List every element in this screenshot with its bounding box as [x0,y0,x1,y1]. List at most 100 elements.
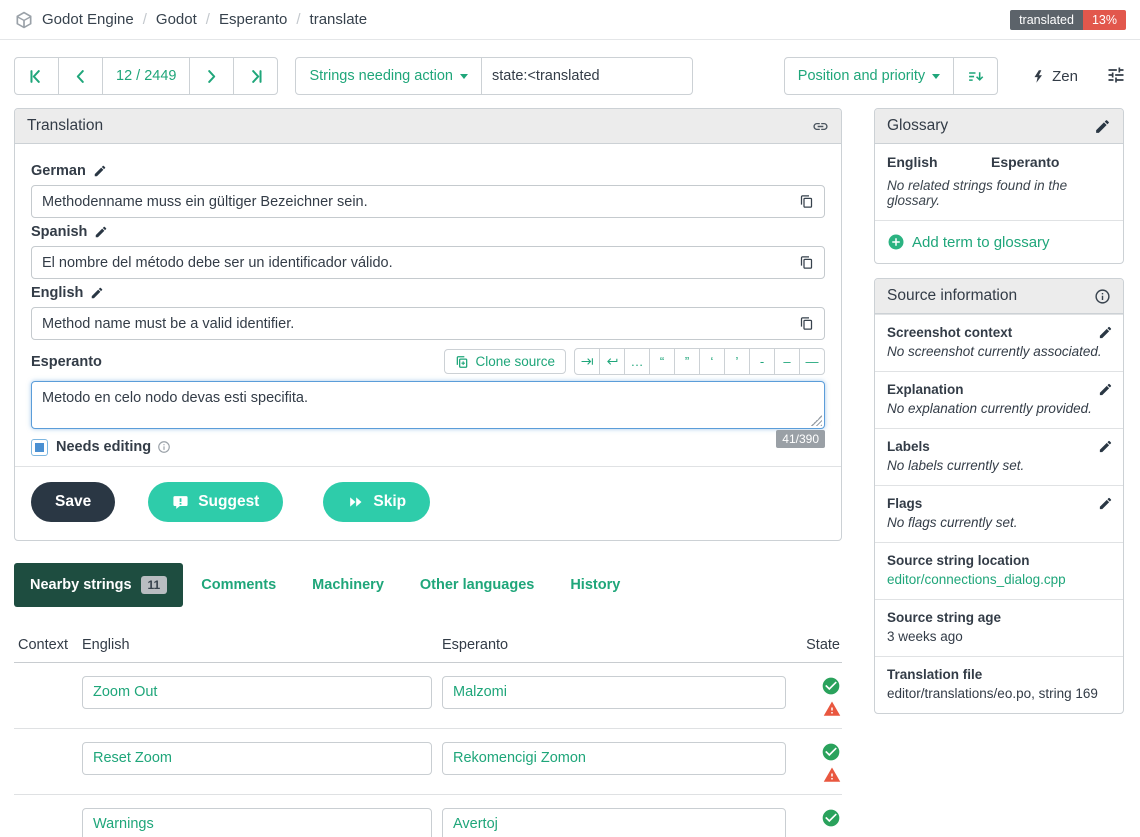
language-name: Spanish [31,224,87,240]
breadcrumb-component[interactable]: Godot [156,11,197,28]
source-info-label: Flags [887,496,1111,511]
skip-label: Skip [373,493,406,511]
language-label-spanish: Spanish [31,224,825,240]
save-button[interactable]: Save [31,482,115,522]
source-info-help-button[interactable] [1094,288,1111,305]
package-icon [14,10,34,30]
add-term-button[interactable]: Add term to glossary [875,220,1123,263]
edit-flags-button[interactable] [1098,496,1113,511]
row-esperanto[interactable]: Rekomencigi Zomon [442,742,786,775]
breadcrumb-separator: / [206,11,210,28]
tab-nearby-strings[interactable]: Nearby strings 11 [14,563,183,607]
breadcrumb-project[interactable]: Godot Engine [42,11,134,28]
tab-history[interactable]: History [552,564,638,606]
sort-dropdown-label: Position and priority [798,68,925,84]
edit-labels-button[interactable] [1098,439,1113,454]
table-row[interactable]: Warnings Avertoj [14,795,842,837]
insert-left-double-quote-button[interactable]: “ [649,348,675,375]
detail-tabs: Nearby strings 11 Comments Machinery Oth… [14,563,842,607]
translation-text: Method name must be a valid identifier. [42,316,294,332]
target-language-name: Esperanto [31,354,102,370]
row-esperanto[interactable]: Malzomi [442,676,786,709]
source-info-location: Source string location editor/connection… [875,542,1123,599]
left-column: Translation German Methodenname muss ein… [14,108,842,837]
edit-screenshot-button[interactable] [1098,325,1113,340]
insert-hyphen-button[interactable]: - [749,348,775,375]
insert-right-double-quote-button[interactable]: ” [674,348,700,375]
skip-button[interactable]: Skip [323,482,430,522]
source-location-link[interactable]: editor/connections_dialog.cpp [887,572,1111,587]
row-english[interactable]: Reset Zoom [82,742,432,775]
lightning-icon [1032,68,1047,85]
language-name: English [31,285,83,301]
clone-source-label: Clone source [475,354,555,369]
tab-comments[interactable]: Comments [183,564,294,606]
pagination-group: 12 / 2449 [14,57,278,95]
prev-page-button[interactable] [58,57,103,95]
translation-editor[interactable]: Metodo en celo nodo devas esti specifita… [31,381,825,429]
translation-actions: Save Suggest Skip [15,466,841,540]
next-page-button[interactable] [189,57,234,95]
source-info-label: Translation file [887,667,1111,682]
translation-text: El nombre del método debe ser un identif… [42,255,393,271]
edit-pencil-icon [1098,325,1113,340]
source-info-labels: Labels No labels currently set. [875,428,1123,485]
search-input[interactable] [481,57,693,95]
needs-editing-checkbox[interactable] [31,439,48,456]
filter-dropdown-button[interactable]: Strings needing action [295,57,482,95]
nearby-count-badge: 11 [141,576,168,594]
edit-explanation-button[interactable] [1098,382,1113,397]
edit-pencil-icon[interactable] [94,225,108,239]
resize-handle[interactable] [811,415,822,426]
copy-button[interactable] [799,194,814,209]
edit-pencil-icon[interactable] [93,164,107,178]
link-icon [812,118,829,135]
source-information-title: Source information [887,287,1017,305]
permalink-button[interactable] [812,118,829,135]
source-info-value: editor/translations/eo.po, string 169 [887,686,1111,701]
zen-mode-button[interactable]: Zen [1032,68,1078,85]
settings-sliders-button[interactable] [1106,65,1126,88]
insert-right-single-quote-button[interactable]: ’ [724,348,750,375]
clone-source-button[interactable]: Clone source [444,349,566,374]
glossary-columns: English Esperanto [887,154,1111,178]
sort-group: Position and priority [784,57,998,95]
source-info-label: Explanation [887,382,1111,397]
insert-en-dash-button[interactable]: – [774,348,800,375]
target-language-row: Esperanto Clone source [31,348,825,375]
needs-editing-label: Needs editing [56,439,151,455]
tab-machinery[interactable]: Machinery [294,564,402,606]
suggest-button[interactable]: Suggest [148,482,283,522]
source-info-value: 3 weeks ago [887,629,1111,644]
breadcrumb-page[interactable]: translate [310,11,368,28]
col-esperanto: Esperanto [442,637,786,653]
first-page-button[interactable] [14,57,59,95]
tab-other-languages[interactable]: Other languages [402,564,552,606]
row-english[interactable]: Warnings [82,808,432,837]
needs-editing-row: Needs editing 41/390 [31,438,825,456]
glossary-col-source: English [887,154,991,170]
row-english[interactable]: Zoom Out [82,676,432,709]
tune-icon [1106,65,1126,85]
source-info-translation-file: Translation file editor/translations/eo.… [875,656,1123,713]
glossary-edit-button[interactable] [1094,118,1111,135]
translation-form: German Methodenname muss ein gültiger Be… [15,144,841,466]
comment-bubble-icon [172,494,189,511]
copy-button[interactable] [799,316,814,331]
sort-direction-button[interactable] [953,57,998,95]
insert-ellipsis-button[interactable]: … [624,348,650,375]
insert-tab-button[interactable] [574,348,600,375]
row-esperanto[interactable]: Avertoj [442,808,786,837]
insert-left-single-quote-button[interactable]: ‘ [699,348,725,375]
edit-pencil-icon [1098,382,1113,397]
sort-dropdown-button[interactable]: Position and priority [784,57,954,95]
table-row[interactable]: Reset Zoom Rekomencigi Zomon [14,729,842,795]
breadcrumb-language[interactable]: Esperanto [219,11,287,28]
source-info-age: Source string age 3 weeks ago [875,599,1123,656]
copy-button[interactable] [799,255,814,270]
insert-em-dash-button[interactable]: — [799,348,825,375]
insert-newline-button[interactable] [599,348,625,375]
last-page-button[interactable] [233,57,278,95]
table-row[interactable]: Zoom Out Malzomi [14,663,842,729]
edit-pencil-icon[interactable] [90,286,104,300]
